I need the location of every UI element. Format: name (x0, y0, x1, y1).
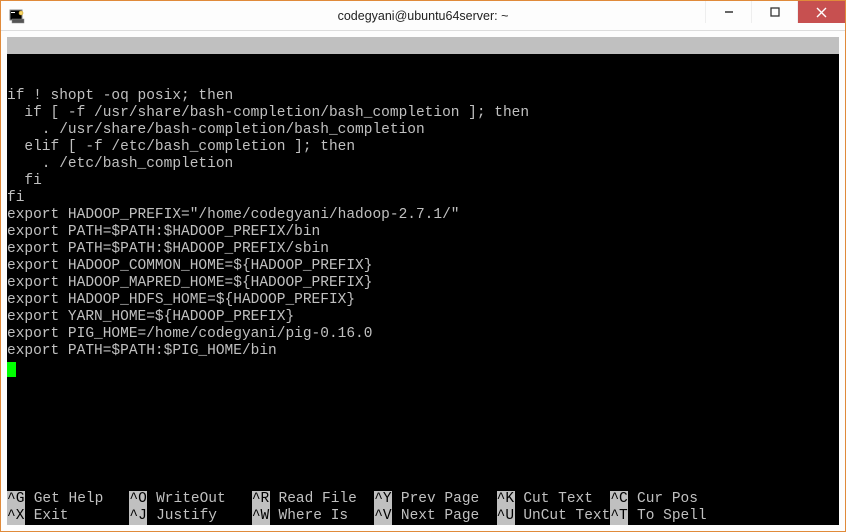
file-line: export PATH=$PATH:$HADOOP_PREFIX/bin (7, 224, 320, 240)
shortcut-label: UnCut Text (523, 508, 610, 524)
shortcut-key: ^U (497, 508, 515, 525)
shortcut-label: WriteOut (156, 491, 234, 507)
file-line: export PATH=$PATH:$PIG_HOME/bin (7, 343, 277, 359)
file-line: export HADOOP_HDFS_HOME=${HADOOP_PREFIX} (7, 292, 355, 308)
maximize-icon (770, 7, 780, 17)
shortcut-key: ^R (252, 491, 270, 508)
shortcut-key: ^Y (374, 491, 392, 508)
cursor (7, 362, 16, 377)
shortcut-key: ^X (7, 508, 25, 525)
close-icon (816, 7, 827, 18)
terminal[interactable]: GNU nano 2.2.6 File: /home/codegyani/.ba… (7, 37, 839, 525)
file-line: export PIG_HOME=/home/codegyani/pig-0.16… (7, 326, 372, 342)
file-line: export HADOOP_COMMON_HOME=${HADOOP_PREFI… (7, 258, 372, 274)
file-line: fi (7, 173, 42, 189)
file-line: if [ -f /usr/share/bash-completion/bash_… (7, 105, 529, 121)
shortcut-key: ^G (7, 491, 25, 508)
shortcut-key: ^J (129, 508, 147, 525)
shortcut-key: ^K (497, 491, 515, 508)
editor-body[interactable]: if ! shopt -oq posix; then if [ -f /usr/… (7, 54, 839, 491)
minimize-button[interactable] (705, 1, 751, 23)
shortcut-label: Where Is (279, 508, 357, 524)
nano-shortcut-bar: ^G Get Help ^X Exit ^O WriteOut ^J Justify ^… (7, 491, 839, 525)
file-line: export HADOOP_MAPRED_HOME=${HADOOP_PREFI… (7, 275, 372, 291)
shortcut-label: Exit (34, 508, 112, 524)
shortcut-key: ^C (610, 491, 628, 508)
close-button[interactable] (797, 1, 845, 23)
shortcut-label: Prev Page (401, 491, 479, 507)
file-line: elif [ -f /etc/bash_completion ]; then (7, 139, 355, 155)
shortcut-label: To Spell (637, 508, 707, 524)
file-line: export HADOOP_PREFIX="/home/codegyani/ha… (7, 207, 459, 223)
maximize-button[interactable] (751, 1, 797, 23)
shortcut-label: Read File (279, 491, 357, 507)
file-line: export PATH=$PATH:$HADOOP_PREFIX/sbin (7, 241, 329, 257)
window-controls (705, 1, 845, 23)
shortcut-key: ^T (610, 508, 628, 525)
shortcut-label: Get Help (34, 491, 112, 507)
minimize-icon (724, 7, 734, 17)
file-line: fi (7, 190, 24, 206)
shortcut-key: ^O (129, 491, 147, 508)
titlebar[interactable]: codegyani@ubuntu64server: ~ (1, 1, 845, 31)
file-line: . /etc/bash_completion (7, 156, 233, 172)
file-line: if ! shopt -oq posix; then (7, 88, 233, 104)
app-icon (9, 8, 25, 24)
terminal-frame: GNU nano 2.2.6 File: /home/codegyani/.ba… (1, 31, 845, 531)
shortcut-key: ^V (374, 508, 392, 525)
shortcut-key: ^W (252, 508, 270, 525)
file-line: . /usr/share/bash-completion/bash_comple… (7, 122, 425, 138)
file-line: export YARN_HOME=${HADOOP_PREFIX} (7, 309, 294, 325)
shortcut-label: Cut Text (523, 491, 601, 507)
app-window: codegyani@ubuntu64server: ~ GNU nano 2.2… (0, 0, 846, 532)
shortcut-label: Cur Pos (637, 491, 707, 507)
shortcut-label: Justify (156, 508, 234, 524)
nano-header: GNU nano 2.2.6 File: /home/codegyani/.ba… (7, 37, 839, 54)
shortcut-label: Next Page (401, 508, 479, 524)
